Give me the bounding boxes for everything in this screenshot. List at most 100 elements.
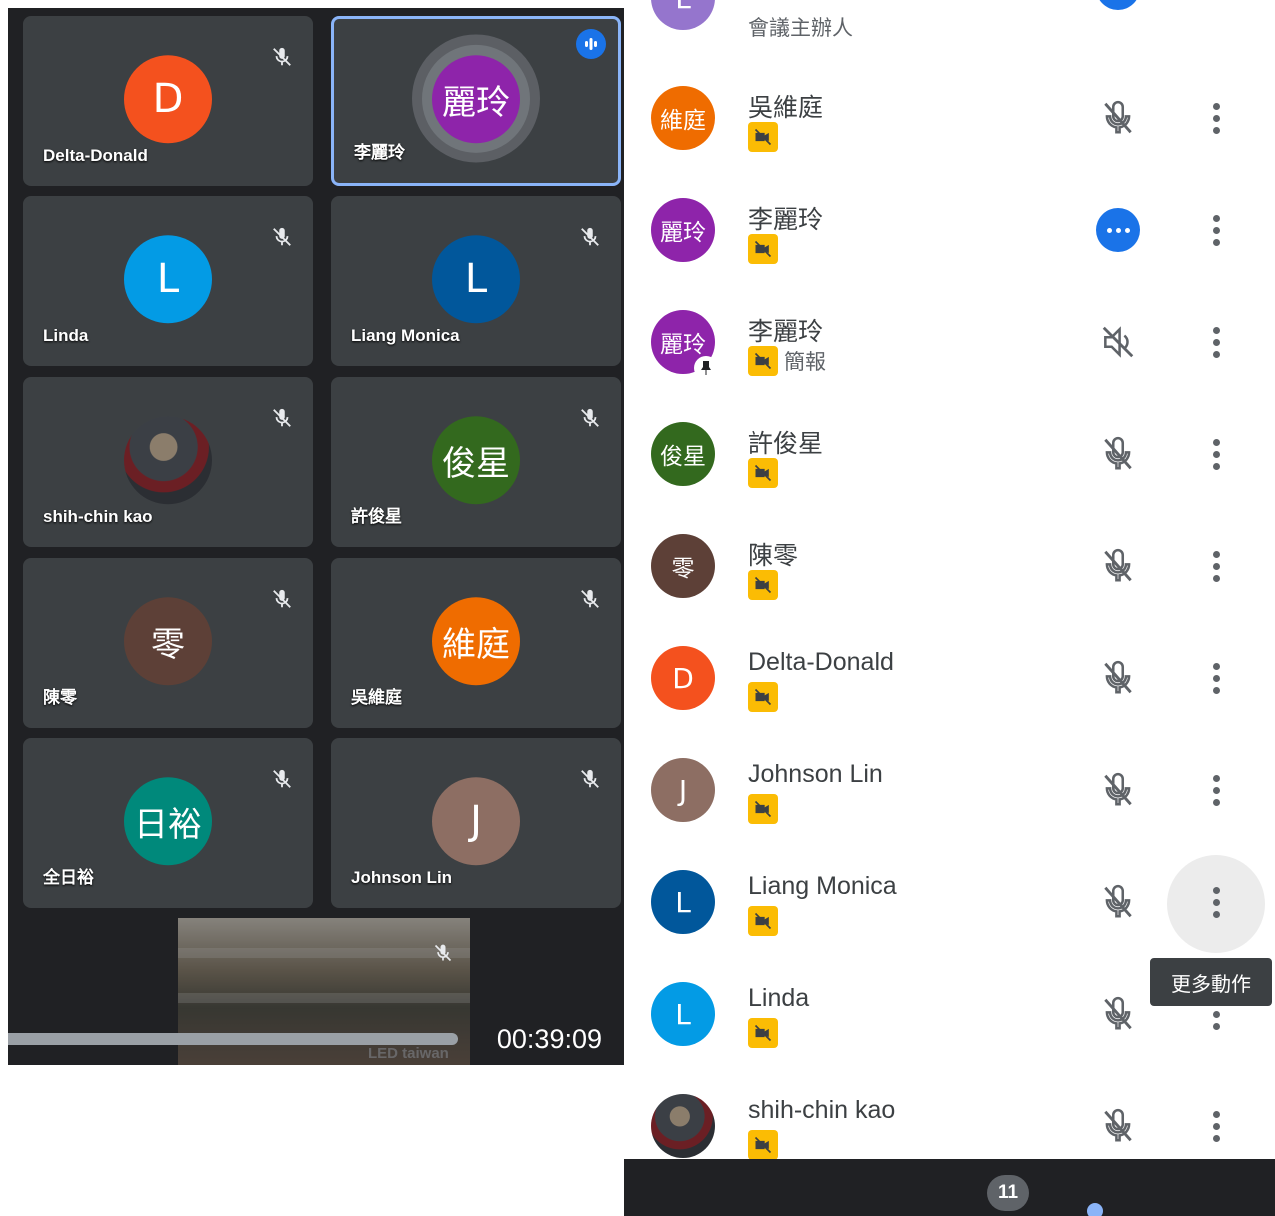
- avatar: L: [651, 870, 715, 934]
- mic-off-icon[interactable]: [1096, 656, 1140, 700]
- pin-icon: [694, 356, 718, 380]
- participant-name: 李麗玲: [748, 206, 824, 234]
- video-tile[interactable]: D Delta-Donald: [23, 16, 313, 186]
- more-options-icon[interactable]: [1192, 206, 1240, 254]
- participant-name: shih-chin kao: [748, 1096, 896, 1124]
- participant-status: 簡報: [748, 346, 826, 376]
- participant-status: [748, 682, 778, 712]
- more-options-icon[interactable]: [1192, 542, 1240, 590]
- presenting-label: 簡報: [784, 350, 826, 374]
- participant-name: Linda: [43, 326, 89, 345]
- call-timer: 00:39:09: [496, 1024, 602, 1054]
- participant-name: shih-chin kao: [43, 507, 153, 526]
- mic-off-icon[interactable]: [1096, 880, 1140, 924]
- avatar: L: [651, 0, 715, 30]
- participant-row[interactable]: 零 陳零: [624, 518, 1275, 630]
- preview-detail: [178, 948, 470, 958]
- video-tile[interactable]: shih-chin kao: [23, 377, 313, 547]
- participant-count-badge[interactable]: 11: [987, 1175, 1029, 1211]
- avatar: 俊星: [432, 416, 520, 505]
- avatar: L: [651, 982, 715, 1046]
- avatar: 俊星: [651, 422, 715, 486]
- participant-row[interactable]: J Johnson Lin: [624, 742, 1275, 854]
- camera-off-icon: [748, 794, 778, 824]
- participant-row[interactable]: L Liang Monica: [624, 854, 1275, 966]
- more-options-icon[interactable]: [1192, 654, 1240, 702]
- more-options-icon[interactable]: [1192, 766, 1240, 814]
- participant-name: 李麗玲: [354, 143, 405, 162]
- video-tile[interactable]: 維庭 吳維庭: [331, 558, 621, 728]
- avatar-photo: [651, 1094, 715, 1158]
- more-options-icon[interactable]: [1192, 430, 1240, 478]
- video-grid: D Delta-Donald 麗玲 李麗玲 L Linda L Liang Mo…: [8, 8, 624, 1065]
- meet-screen: D Delta-Donald 麗玲 李麗玲 L Linda L Liang Mo…: [0, 0, 1275, 1216]
- more-options-icon[interactable]: [1192, 318, 1240, 366]
- participant-status: [748, 570, 778, 600]
- mic-off-icon: [581, 408, 599, 427]
- self-preview-label: LED taiwan: [368, 1045, 449, 1062]
- video-tile[interactable]: 俊星 許俊星: [331, 377, 621, 547]
- progress-bar: [8, 1033, 458, 1045]
- video-tile[interactable]: L Liang Monica: [331, 196, 621, 366]
- more-options-icon[interactable]: [1192, 878, 1240, 926]
- video-tile[interactable]: L Linda: [23, 196, 313, 366]
- participant-name: Liang Monica: [748, 872, 897, 900]
- camera-off-icon: [748, 458, 778, 488]
- participant-name: Liang Monica: [351, 326, 460, 345]
- avatar: 維庭: [651, 86, 715, 150]
- audio-off-icon[interactable]: [1096, 320, 1140, 364]
- mic-off-icon: [581, 589, 599, 608]
- speaking-indicator-icon: [576, 29, 606, 59]
- video-tile[interactable]: J Johnson Lin: [331, 738, 621, 908]
- camera-off-icon: [748, 1130, 778, 1160]
- participant-row[interactable]: 麗玲 李麗玲 簡報: [624, 294, 1275, 406]
- mic-off-icon[interactable]: [1096, 96, 1140, 140]
- more-options-icon[interactable]: [1192, 94, 1240, 142]
- notification-dot: [1087, 1203, 1103, 1216]
- host-role-label: 會議主辦人: [748, 16, 853, 40]
- mic-off-icon[interactable]: [1096, 1104, 1140, 1148]
- participant-name: Delta-Donald: [43, 146, 148, 165]
- more-actions-tooltip: 更多動作: [1150, 958, 1272, 1006]
- avatar: 麗玲: [432, 55, 520, 144]
- speaking-indicator-icon[interactable]: [1096, 208, 1140, 252]
- avatar-photo: [124, 416, 212, 505]
- mic-off-icon[interactable]: [1096, 992, 1140, 1036]
- more-options-icon[interactable]: [1192, 1102, 1240, 1150]
- video-tile[interactable]: 日裕 全日裕: [23, 738, 313, 908]
- participant-name: 陳零: [748, 542, 799, 570]
- mic-off-icon: [273, 408, 291, 427]
- participant-name: 吳維庭: [748, 94, 824, 122]
- mic-off-icon[interactable]: [1096, 768, 1140, 812]
- mic-off-icon: [434, 944, 452, 962]
- camera-off-icon: [748, 122, 778, 152]
- mic-off-icon[interactable]: [1096, 544, 1140, 588]
- participant-name: 李麗玲: [748, 318, 824, 346]
- participant-name: 全日裕: [43, 868, 94, 887]
- speaking-indicator-icon: [1096, 0, 1140, 10]
- camera-off-icon: [748, 682, 778, 712]
- avatar: 維庭: [432, 597, 520, 686]
- mic-off-icon: [581, 227, 599, 246]
- more-options-icon[interactable]: [1192, 0, 1240, 8]
- participants-panel: L 會議主辦人 維庭吳維庭麗玲李麗玲麗玲李麗玲簡報俊星許俊星零陳零DDelta-…: [624, 0, 1275, 1216]
- participant-row-host[interactable]: L 會議主辦人: [624, 0, 1275, 78]
- bottom-bar: 11: [624, 1159, 1275, 1216]
- avatar: J: [432, 777, 520, 866]
- participant-row[interactable]: D Delta-Donald: [624, 630, 1275, 742]
- participant-name: 陳零: [43, 688, 77, 707]
- mic-off-icon: [273, 589, 291, 608]
- avatar: L: [432, 235, 520, 324]
- video-tile[interactable]: 零 陳零: [23, 558, 313, 728]
- avatar: D: [124, 55, 212, 144]
- participant-row[interactable]: 俊星 許俊星: [624, 406, 1275, 518]
- avatar: 零: [651, 534, 715, 598]
- participant-row[interactable]: 維庭 吳維庭: [624, 70, 1275, 182]
- participant-row[interactable]: 麗玲 李麗玲: [624, 182, 1275, 294]
- video-tile-active-speaker[interactable]: 麗玲 李麗玲: [331, 16, 621, 186]
- participant-name: 許俊星: [351, 507, 402, 526]
- mic-off-icon: [273, 47, 291, 66]
- participant-name: Johnson Lin: [748, 760, 883, 788]
- participant-status: [748, 458, 778, 488]
- mic-off-icon[interactable]: [1096, 432, 1140, 476]
